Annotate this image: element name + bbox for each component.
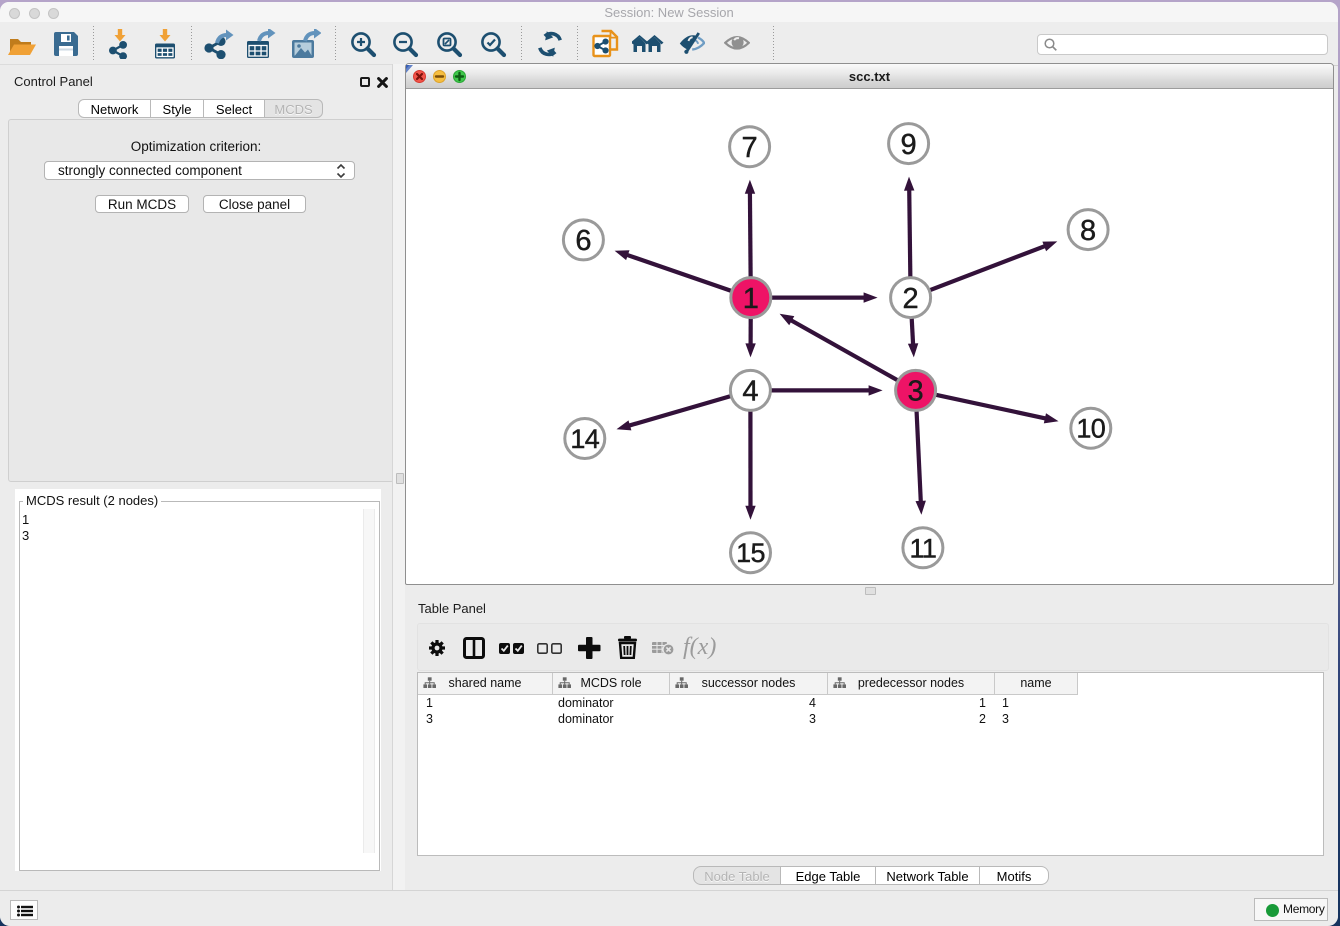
svg-text:6: 6 xyxy=(576,225,592,257)
svg-text:8: 8 xyxy=(1080,215,1096,247)
svg-text:14: 14 xyxy=(571,424,600,454)
svg-text:f(x): f(x) xyxy=(683,635,716,660)
svg-text:10: 10 xyxy=(1077,414,1106,444)
svg-text:11: 11 xyxy=(910,533,937,563)
svg-text:9: 9 xyxy=(901,129,917,161)
svg-text:7: 7 xyxy=(742,132,758,164)
svg-text:3: 3 xyxy=(908,376,924,408)
svg-text:4: 4 xyxy=(743,376,759,408)
svg-text:1: 1 xyxy=(743,283,759,315)
svg-text:15: 15 xyxy=(736,538,765,568)
svg-text:2: 2 xyxy=(903,283,919,315)
